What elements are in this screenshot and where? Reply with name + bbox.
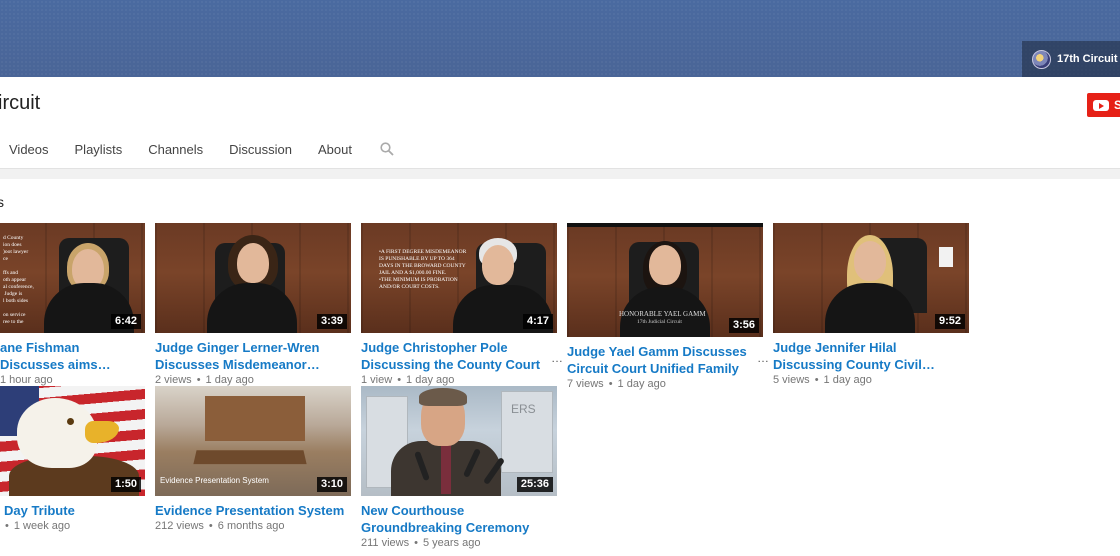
courtroom-table <box>193 450 307 465</box>
video-views: 211 views <box>361 537 410 549</box>
video-views: 212 views <box>155 520 204 532</box>
video-age: 1 week ago <box>13 520 71 532</box>
judge-face <box>482 245 514 285</box>
subscribe-label: S <box>1114 98 1120 112</box>
judge-face <box>237 243 269 283</box>
video-meta: 5 views • 1 day ago <box>773 374 872 386</box>
wall-outlet <box>939 247 953 267</box>
video-duration: 3:56 <box>728 318 759 333</box>
video-title-link[interactable]: Judge Christopher Pole Discussing the Co… <box>361 339 557 373</box>
video-card[interactable]: Evidence Presentation System 3:10 Eviden… <box>155 386 351 532</box>
channel-logo-icon <box>1032 49 1051 69</box>
video-card[interactable]: ERS 25:36 New Courthouse Groundbreaking … <box>361 386 557 549</box>
video-age: 1 day ago <box>617 378 666 390</box>
video-thumbnail[interactable]: d County ion does )oot lawyer ce ffs and… <box>0 223 145 333</box>
video-thumbnail[interactable]: 1:50 <box>0 386 145 496</box>
video-views: 1 view <box>361 374 393 386</box>
video-card[interactable]: 1:50 Day Tribute • 1 week ago <box>0 386 145 532</box>
video-meta: 7 views • 1 day ago <box>567 378 666 390</box>
content-separator <box>0 169 1120 179</box>
subscribe-button[interactable]: S <box>1087 93 1120 117</box>
video-duration: 1:50 <box>110 477 141 492</box>
video-card[interactable]: 9:52 Judge Jennifer Hilal Discussing Cou… <box>773 223 969 386</box>
channel-link-chip[interactable]: 17th Circuit H <box>1022 41 1120 77</box>
video-duration: 3:10 <box>316 477 347 492</box>
channel-title: ircuit <box>0 92 41 114</box>
video-meta: 1 view • 1 day ago <box>361 374 455 386</box>
more-options-icon[interactable]: … <box>551 351 563 365</box>
thumbnail-overlay-text: ERS <box>511 402 536 416</box>
tab-discussion[interactable]: Discussion <box>216 138 305 168</box>
video-thumbnail[interactable]: •A FIRST DEGREE MISDEMEANOR IS PUNISHABL… <box>361 223 557 333</box>
video-meta: 1 hour ago <box>0 374 145 386</box>
video-views: 2 views <box>155 374 192 386</box>
thumbnail-overlay-subtext: 17th Judicial Circuit <box>637 319 682 325</box>
video-age: 1 day ago <box>823 374 872 386</box>
video-duration: 4:17 <box>522 314 553 329</box>
video-duration: 9:52 <box>934 314 965 329</box>
video-duration: 25:36 <box>516 477 553 492</box>
video-card[interactable]: d County ion does )oot lawyer ce ffs and… <box>0 223 145 386</box>
video-card[interactable]: 3:39 Judge Ginger Lerner-Wren Discusses … <box>155 223 351 386</box>
video-age: 1 day ago <box>205 374 254 386</box>
video-views: 5 views <box>773 374 810 386</box>
channel-tabs: Videos Playlists Channels Discussion Abo… <box>0 138 365 168</box>
judge-face <box>854 241 886 281</box>
tab-videos[interactable]: Videos <box>0 138 62 168</box>
eagle-eye <box>67 418 74 425</box>
search-icon[interactable] <box>380 142 394 156</box>
video-age: 1 hour ago <box>0 374 53 386</box>
youtube-play-icon <box>1093 99 1109 111</box>
more-options-icon[interactable]: … <box>757 351 769 365</box>
video-duration: 3:39 <box>316 314 347 329</box>
video-views: 7 views <box>567 378 604 390</box>
channel-chip-name: 17th Circuit H <box>1057 53 1120 65</box>
speaker-tie <box>441 444 451 494</box>
video-title-link[interactable]: Judge Ginger Lerner-Wren Discusses Misde… <box>155 339 351 373</box>
video-age: 6 months ago <box>217 520 285 532</box>
courtroom-wall <box>205 396 305 441</box>
video-age: 1 day ago <box>406 374 455 386</box>
video-title-link[interactable]: ane Fishman Discusses aims County Court … <box>0 339 145 373</box>
video-thumbnail[interactable]: ERS 25:36 <box>361 386 557 496</box>
video-title-link[interactable]: Judge Jennifer Hilal Discussing County C… <box>773 339 969 373</box>
video-thumbnail[interactable]: 3:39 <box>155 223 351 333</box>
video-age: 5 years ago <box>422 537 481 549</box>
video-thumbnail[interactable]: 9:52 <box>773 223 969 333</box>
tab-playlists[interactable]: Playlists <box>62 138 136 168</box>
thumbnail-overlay-text: HONORABLE YAEL GAMM <box>619 310 706 318</box>
video-thumbnail[interactable]: Evidence Presentation System 3:10 <box>155 386 351 496</box>
thumbnail-overlay-text: •A FIRST DEGREE MISDEMEANOR IS PUNISHABL… <box>379 249 467 290</box>
speaker-hair <box>419 388 467 406</box>
video-title-link[interactable]: New Courthouse Groundbreaking Ceremony <box>361 502 557 536</box>
thumbnail-overlay-text: Evidence Presentation System <box>160 476 269 485</box>
video-duration: 6:42 <box>110 314 141 329</box>
thumbnail-overlay-text: d County ion does )oot lawyer ce ffs and… <box>3 235 34 325</box>
tab-channels[interactable]: Channels <box>135 138 216 168</box>
video-title-link[interactable]: Judge Yael Gamm Discusses Circuit Court … <box>567 343 763 377</box>
video-card[interactable]: HONORABLE YAEL GAMM 17th Judicial Circui… <box>567 223 769 390</box>
video-meta: • 1 week ago <box>5 520 71 532</box>
video-card[interactable]: •A FIRST DEGREE MISDEMEANOR IS PUNISHABL… <box>361 223 563 386</box>
channel-banner <box>0 0 1120 77</box>
video-thumbnail[interactable]: HONORABLE YAEL GAMM 17th Judicial Circui… <box>567 223 763 337</box>
tab-about[interactable]: About <box>305 138 365 168</box>
section-title: s <box>0 194 4 210</box>
video-meta: 2 views • 1 day ago <box>155 374 254 386</box>
video-meta: 212 views • 6 months ago <box>155 520 285 532</box>
video-meta: 211 views • 5 years ago <box>361 537 481 549</box>
judge-face <box>649 245 681 285</box>
